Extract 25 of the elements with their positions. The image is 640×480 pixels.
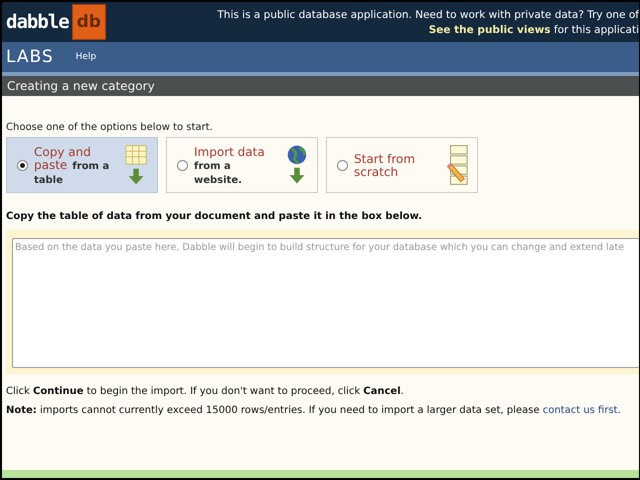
option-card[interactable]: Start from scratch bbox=[326, 137, 478, 193]
instruction-text: Copy the table of data from your document and paste it in the box below. bbox=[6, 211, 424, 222]
notice-text: This is a public database application. Need to work with private data? Try one of bbox=[217, 8, 639, 20]
option-card[interactable]: Import data from a website. bbox=[166, 137, 318, 193]
option-card[interactable]: Copy and paste from a table bbox=[6, 137, 158, 193]
help-text: Click Continue to begin the import. If you don't want to proceed, click Cancel. bbox=[6, 386, 405, 397]
radio-button[interactable] bbox=[177, 160, 188, 170]
option-label: Start from scratch bbox=[354, 152, 416, 178]
radio-button[interactable] bbox=[337, 160, 348, 170]
notice-text: for this applicati bbox=[552, 24, 639, 36]
paste-field[interactable]: Based on the data you paste here, Dabble will begin to build structure for your database which you can change and extend late bbox=[12, 238, 639, 368]
option-label: Import data from a website. bbox=[194, 144, 266, 186]
help-link[interactable]: Help bbox=[76, 52, 96, 62]
labs-title: LABS bbox=[6, 47, 54, 67]
option-label: Copy and paste from a table bbox=[34, 144, 110, 186]
table-arrow-icon bbox=[125, 143, 149, 187]
form-pencil-icon bbox=[445, 143, 469, 187]
contact-link[interactable]: contact us first bbox=[542, 405, 618, 416]
page-title: Creating a new category bbox=[2, 76, 639, 96]
logo-wordmark: dabble bbox=[6, 11, 69, 33]
radio-button[interactable] bbox=[17, 160, 28, 170]
note-text: Note: imports cannot currently exceed 15000 rows/entries. If you need to import a larger data set, please contact us first. bbox=[6, 405, 622, 416]
logo-badge: db bbox=[72, 4, 106, 40]
public-views-link[interactable]: See the public views bbox=[428, 24, 551, 36]
intro-text: Choose one of the options below to start. bbox=[6, 122, 214, 133]
